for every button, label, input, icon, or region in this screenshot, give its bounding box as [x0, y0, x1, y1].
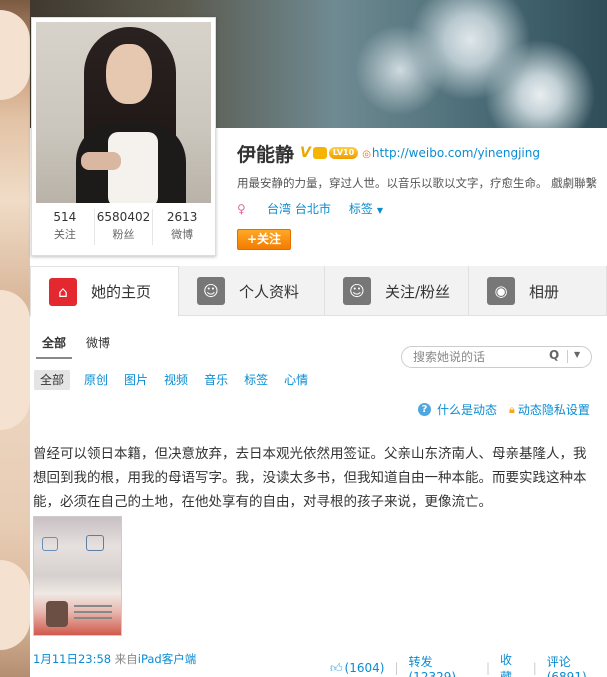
repost-button[interactable]: 转发(12329)	[409, 653, 476, 677]
tab-label: 关注/粉丝	[385, 282, 451, 301]
post-source[interactable]: iPad客户端	[138, 652, 196, 666]
feed-help: ? 什么是动态 🔒︎ 动态隐私设置	[418, 401, 590, 418]
tab-label: 相册	[529, 282, 560, 301]
chevron-down-icon: ▼	[376, 206, 383, 215]
avatar[interactable]	[36, 22, 211, 203]
like-count[interactable]: (1604)	[345, 661, 385, 675]
tab-album[interactable]: ◉ 相册	[469, 266, 607, 316]
favorite-button[interactable]: 收藏	[500, 651, 523, 677]
filter-tags[interactable]: 标签	[244, 370, 268, 390]
post-source-prefix: 来自	[114, 652, 138, 666]
location-link[interactable]: 台湾 台北市	[267, 200, 331, 217]
stat-number: 2613	[166, 210, 198, 224]
stat-label: 粉丝	[112, 228, 135, 241]
feed-filter: 全部 原创 图片 视频 音乐 标签 心情	[34, 370, 324, 390]
profile-card: 514 关注 6580402 粉丝 2613 微博	[31, 17, 216, 256]
profile-name-row: 伊能静 V LV10 http://weibo.com/yinengjing	[237, 140, 540, 166]
help-icon: ?	[418, 403, 431, 416]
tags-dropdown[interactable]: 标签 ▼	[349, 200, 383, 217]
crown-icon[interactable]	[312, 147, 327, 159]
post-image[interactable]	[33, 516, 122, 636]
post-text: 曾经可以领日本籍，但决意放弃，去日本观光依然用签证。父亲山东济南人、母亲基隆人，…	[33, 446, 587, 510]
divider: |	[394, 661, 399, 675]
stat-label: 关注	[53, 228, 76, 241]
filter-images[interactable]: 图片	[124, 370, 148, 390]
profile-stats: 514 关注 6580402 粉丝 2613 微博	[36, 209, 211, 245]
divider	[567, 350, 568, 363]
tab-profile-info[interactable]: ☺ 个人资料	[179, 266, 325, 316]
user-icon: ☺	[197, 277, 225, 305]
camera-icon: ◉	[487, 277, 515, 305]
filter-music[interactable]: 音乐	[204, 370, 228, 390]
post-meta: 1月11日23:58 来自iPad客户端	[33, 651, 196, 667]
side-background-image	[0, 0, 30, 677]
tags-label: 标签	[348, 202, 373, 216]
stat-posts[interactable]: 2613 微博	[153, 209, 211, 245]
lock-icon: 🔒︎	[509, 402, 515, 416]
tab-follow-fans[interactable]: ☺ 关注/粉丝	[325, 266, 469, 316]
filter-all[interactable]: 全部	[34, 370, 71, 390]
search-icon[interactable]: Q	[549, 348, 559, 362]
stat-number: 514	[53, 210, 77, 224]
stat-label: 微博	[171, 228, 194, 241]
filter-videos[interactable]: 视频	[164, 370, 188, 390]
female-user-icon: ♀	[237, 201, 246, 216]
subnav-weibo[interactable]: 微博	[86, 334, 110, 351]
filter-original[interactable]: 原创	[84, 370, 108, 390]
search-input[interactable]: 搜索她说的话	[401, 346, 592, 368]
level-badge[interactable]: LV10	[328, 147, 359, 159]
feed-privacy-link[interactable]: 动态隐私设置	[518, 401, 590, 418]
chevron-down-icon[interactable]: ▼	[574, 350, 580, 359]
profile-bio: 用最安静的力量，穿过人世。以音乐以歌以文字，疗愈生命。 戲劇聯繫	[237, 176, 598, 190]
subnav-all[interactable]: 全部	[35, 334, 73, 359]
profile-name: 伊能静	[237, 143, 295, 166]
tab-home[interactable]: ⌂ 她的主页	[30, 266, 179, 317]
follow-button[interactable]: +关注	[237, 229, 291, 250]
home-icon: ⌂	[49, 277, 77, 306]
filter-mood[interactable]: 心情	[284, 370, 308, 390]
homepage-link[interactable]: http://weibo.com/yinengjing	[362, 146, 540, 160]
tab-label: 她的主页	[91, 283, 152, 301]
what-is-feed-link[interactable]: 什么是动态	[437, 401, 497, 418]
location-row: ♀ 台湾 台北市 标签 ▼	[237, 200, 383, 217]
stat-number: 6580402	[96, 210, 151, 224]
thumbs-up-icon[interactable]: 👍︎	[330, 661, 343, 676]
comment-button[interactable]: 评论(6891)	[547, 653, 607, 677]
profile-tabs: ⌂ 她的主页 ☺ 个人资料 ☺ 关注/粉丝 ◉ 相册	[30, 266, 607, 317]
divider: |	[532, 661, 537, 675]
verified-icon[interactable]: V	[300, 145, 311, 161]
tab-label: 个人资料	[239, 282, 300, 301]
post-time[interactable]: 1月11日23:58	[33, 652, 111, 666]
users-icon: ☺	[343, 277, 371, 305]
stat-followers[interactable]: 6580402 粉丝	[95, 209, 154, 245]
post-actions: 👍︎ (1604) | 转发(12329) | 收藏 | 评论(6891)	[330, 651, 607, 677]
stat-following[interactable]: 514 关注	[36, 209, 95, 245]
divider: |	[485, 661, 491, 675]
